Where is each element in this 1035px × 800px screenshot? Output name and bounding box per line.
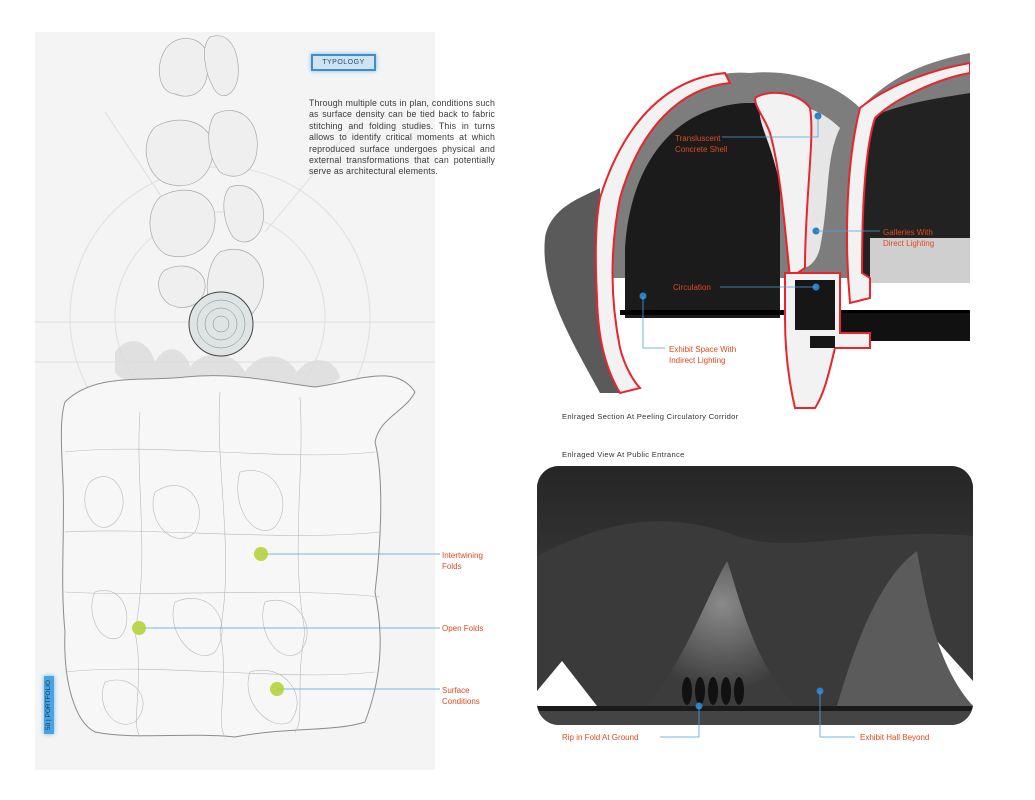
callout-surface-conditions: Surface Conditions [442, 686, 480, 706]
marker-exhibit-hall [816, 687, 824, 695]
callout-translucent-shell: Transluscent Concrete Shell [675, 134, 728, 154]
callout-circulation: Circulation [673, 283, 711, 292]
callout-galleries: Galleries With Direct Lighting [883, 228, 935, 248]
marker-open-folds [132, 621, 146, 635]
callout-exhibit-space: Exhibit Space With Indirect Lighting [669, 345, 737, 365]
callout-rip-in-fold: Rip in Fold At Ground [562, 733, 639, 742]
page-number-tab: 50 | PORTFOLIO [44, 676, 54, 734]
intro-paragraph: Through multiple cuts in plan, condition… [309, 98, 495, 177]
entrance-render [537, 466, 973, 725]
sphere-icon [188, 291, 254, 357]
marker-intertwining-folds [254, 547, 268, 561]
section-caption: Enlraged Section At Peeling Circulatory … [562, 412, 739, 421]
marker-surface-conditions [270, 682, 284, 696]
callout-intertwining-folds: Intertwining Folds [442, 551, 483, 571]
entrance-caption: Enlraged View At Public Entrance [562, 450, 685, 459]
marker-rip-in-fold [695, 702, 703, 710]
entrance-render-image [537, 466, 973, 725]
typology-tag: TYPOLOGY [311, 54, 376, 71]
callout-open-folds: Open Folds [442, 624, 484, 633]
callout-exhibit-hall: Exhibit Hall Beyond [860, 733, 930, 742]
